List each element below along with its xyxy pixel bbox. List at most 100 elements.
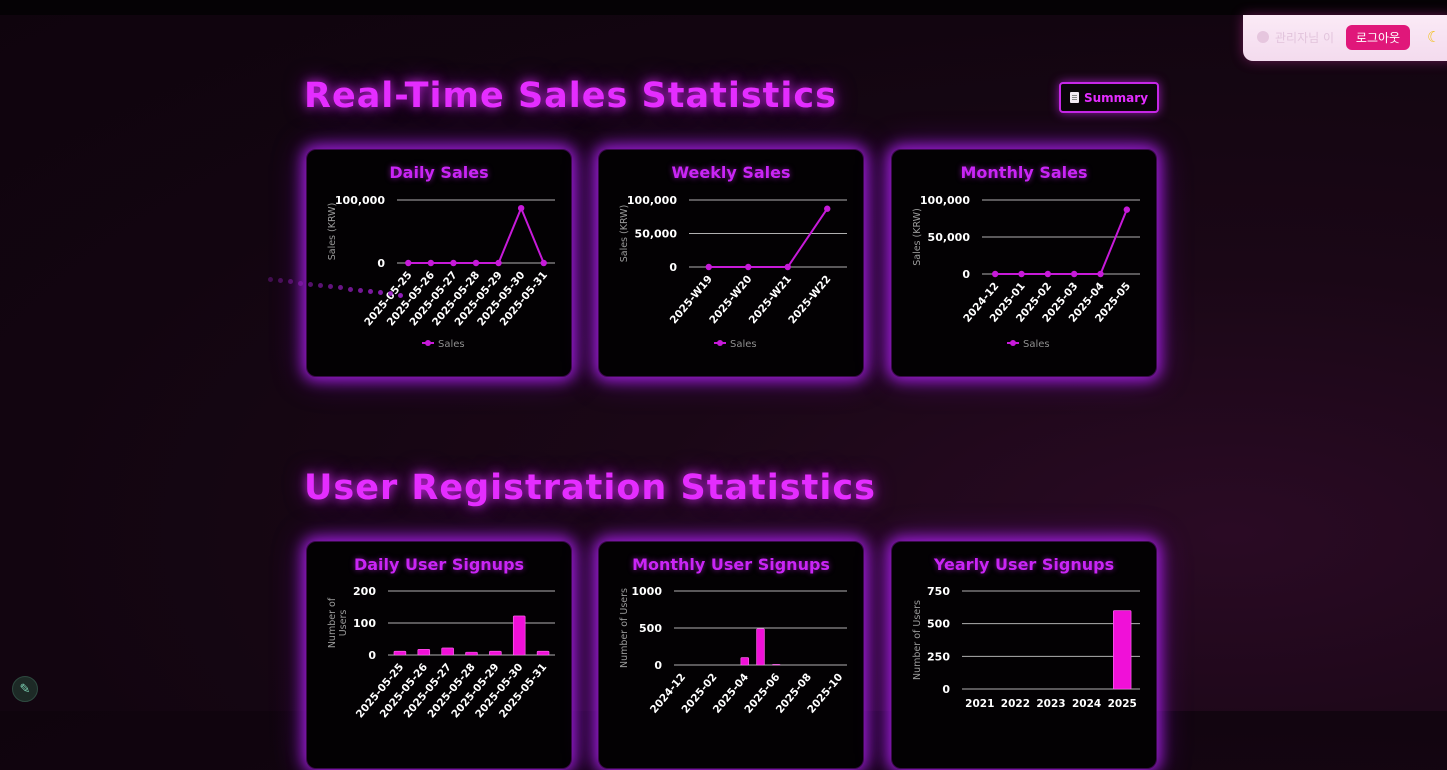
y-tick-label: 50,000 xyxy=(635,228,678,241)
top-bar xyxy=(0,0,1447,15)
data-bar xyxy=(465,651,478,656)
chart-svg: 100,00050,0000Sales (KRW)Sales2025-W1920… xyxy=(619,194,847,350)
y-tick-label: 750 xyxy=(927,585,950,598)
y-axis-label: Sales (KRW) xyxy=(619,205,630,263)
series-line xyxy=(995,209,1128,275)
y-tick-label: 500 xyxy=(639,622,662,635)
data-point xyxy=(991,270,999,278)
y-axis-label: Sales (KRW) xyxy=(912,208,923,266)
trail-dot xyxy=(398,292,403,298)
trail-dot xyxy=(298,280,303,286)
data-bar xyxy=(771,664,781,666)
y-tick-label: 0 xyxy=(669,261,677,274)
y-tick-label: 250 xyxy=(927,650,950,663)
legend-marker xyxy=(425,340,431,346)
chart-svg: 2001000Number of Users2025-05-252025-05-2… xyxy=(327,585,555,720)
data-bar xyxy=(417,648,431,656)
data-point xyxy=(472,259,480,267)
data-point xyxy=(427,259,435,267)
y-tick-label: 100 xyxy=(353,617,376,630)
x-tick-label: 2022 xyxy=(1001,698,1030,710)
trail-dot xyxy=(288,279,293,285)
y-tick-label: 500 xyxy=(927,618,950,631)
legend-marker xyxy=(1010,340,1016,346)
trail-dot xyxy=(318,283,323,288)
y-tick-label: 100,000 xyxy=(335,194,385,207)
data-point xyxy=(1044,270,1052,278)
user-icon xyxy=(1257,31,1269,43)
y-tick-label: 1000 xyxy=(631,585,662,598)
data-bar xyxy=(489,650,502,656)
pencil-icon: ✎ xyxy=(19,681,31,697)
daily-sales-card: Daily Sales 100,000 0 Sales (KRW) Sales 2025… xyxy=(306,149,572,377)
logout-button[interactable]: 로그아웃 xyxy=(1346,25,1410,50)
chart-svg: 100,0000Sales (KRW)Sales2025-05-252025-0… xyxy=(327,194,555,350)
trail-dot xyxy=(358,287,363,293)
data-bar xyxy=(512,615,526,656)
legend-label: Sales xyxy=(1023,339,1050,350)
monthly-sales-card: Monthly Sales 100,000 50,000 0 Sales (KRW) S… xyxy=(891,149,1157,377)
legend-label: Sales xyxy=(730,339,757,350)
y-axis-label: Number of Users xyxy=(912,600,923,680)
data-point xyxy=(517,204,525,212)
data-bar xyxy=(756,628,765,666)
yearly-signups-card: Yearly User Signups 750 500 250 0 Number of … xyxy=(891,541,1157,769)
data-point xyxy=(1123,206,1131,213)
y-tick-label: 0 xyxy=(942,683,950,696)
trail-dot xyxy=(278,278,283,284)
trail-dot xyxy=(268,277,273,282)
y-axis-label: Sales (KRW) xyxy=(327,203,338,261)
users-section-title: User Registration Statistics xyxy=(304,468,876,508)
data-point xyxy=(540,259,547,267)
x-tick-label: 2021 xyxy=(965,698,994,710)
data-point xyxy=(705,263,712,271)
summary-button[interactable]: Summary xyxy=(1059,82,1159,113)
y-tick-label: 50,000 xyxy=(928,231,971,244)
y-tick-label: 100,000 xyxy=(627,194,677,207)
data-point xyxy=(745,263,752,271)
data-bar xyxy=(441,647,454,656)
series-line xyxy=(708,208,829,268)
edit-button[interactable]: ✎ xyxy=(12,676,38,702)
data-bar xyxy=(740,657,750,666)
user-label: 관리자님 이 xyxy=(1275,31,1335,45)
y-tick-label: 0 xyxy=(377,257,385,270)
legend-label: Sales xyxy=(438,339,465,350)
data-point xyxy=(405,259,412,267)
x-tick-label: 2025 xyxy=(1108,698,1137,710)
chart-svg: 100,00050,0000Sales (KRW)Sales2024-12202… xyxy=(912,194,1140,350)
data-point xyxy=(450,259,457,267)
data-point xyxy=(495,259,502,267)
y-axis-label: Number of xyxy=(327,597,338,648)
user-panel: 관리자님 이 로그아웃 ☾ xyxy=(1243,15,1447,61)
chart-svg: 10005000Number of Users2024-122025-02202… xyxy=(619,585,847,716)
daily-signups-card: Daily User Signups 200 100 0 Number of Users… xyxy=(306,541,572,769)
trail-dot xyxy=(368,289,373,294)
trail-dot xyxy=(308,281,313,287)
chart-svg: 750 500 250 0 Number of Users 2021 2022 2023 202… xyxy=(912,585,1140,710)
sales-section-title: Real-Time Sales Statistics xyxy=(304,76,837,116)
data-point xyxy=(824,205,831,212)
series-line xyxy=(408,205,545,264)
trail-dot xyxy=(348,286,353,292)
data-point xyxy=(784,263,791,271)
data-point xyxy=(1070,270,1078,278)
legend-marker xyxy=(717,340,723,346)
document-icon xyxy=(1069,92,1079,103)
y-tick-label: 0 xyxy=(962,268,970,281)
y-axis-label: Number of Users xyxy=(619,588,630,668)
data-bar xyxy=(393,650,407,656)
data-bar xyxy=(1113,610,1132,690)
y-tick-label: 100,000 xyxy=(920,194,970,207)
moon-icon[interactable]: ☾ xyxy=(1427,28,1440,46)
data-point xyxy=(1097,270,1104,278)
x-tick-label: 2023 xyxy=(1036,698,1065,710)
data-point xyxy=(1018,270,1025,278)
weekly-sales-card: Weekly Sales 100,000 50,000 0 Sales (KRW) Sa… xyxy=(598,149,864,377)
y-tick-label: 0 xyxy=(368,649,376,662)
y-axis-label: Users xyxy=(338,610,349,637)
data-bar xyxy=(536,650,550,656)
monthly-signups-card: Monthly User Signups 1000 500 0 Number of U… xyxy=(598,541,864,769)
y-tick-label: 0 xyxy=(654,659,662,672)
x-tick-label: 2024 xyxy=(1072,698,1101,710)
